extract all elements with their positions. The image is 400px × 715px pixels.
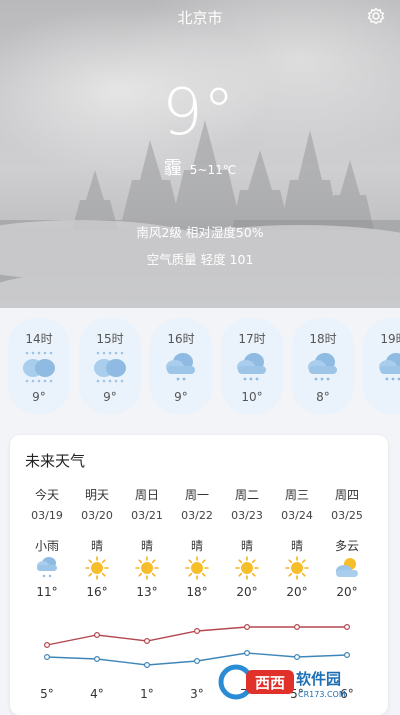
day-high-temp: 20° — [336, 585, 358, 599]
day-high-temp: 13° — [136, 585, 158, 599]
day-date: 03/23 — [231, 509, 263, 522]
current-condition-row: 霾 5~11℃ — [0, 154, 400, 180]
light-rain-icon — [94, 351, 126, 383]
day-name: 明天 — [84, 488, 109, 502]
hour-card[interactable]: 18时 8° — [292, 318, 354, 414]
low-temp-point — [43, 653, 50, 660]
svg-text:西西: 西西 — [255, 674, 285, 692]
low-temp-point — [194, 657, 201, 664]
hour-time: 16时 — [167, 332, 195, 346]
hour-temperature: 9° — [32, 390, 46, 404]
snow-cloud-icon — [379, 353, 400, 381]
air-quality: 空气质量 轻度 101 — [146, 252, 254, 267]
day-name: 今天 — [34, 488, 59, 502]
current-temperature: 9° — [162, 76, 235, 150]
day-high-temp: 18° — [186, 585, 208, 599]
high-temp-point — [344, 624, 351, 631]
day-condition: 多云 — [334, 539, 359, 553]
hour-card[interactable]: 17时 10° — [221, 318, 283, 414]
hourly-forecast[interactable]: 14时 9° 15时 9° 16时 9° 17时 10° 18时 8° 19 — [8, 318, 400, 414]
forecast-day-header[interactable]: 周三 03/24 — [272, 486, 322, 522]
high-temp-point — [244, 624, 251, 631]
high-temp-point — [294, 624, 301, 631]
day-name: 周日 — [134, 488, 159, 502]
day-name: 周三 — [284, 488, 309, 502]
svg-text:CR173.COM: CR173.COM — [298, 690, 346, 699]
forecast-day-header[interactable]: 周二 03/23 — [222, 486, 272, 522]
high-temp-point — [194, 628, 201, 635]
forecast-day-header[interactable]: 周日 03/21 — [122, 486, 172, 522]
day-name: 周一 — [184, 488, 209, 502]
low-temp-point — [244, 649, 251, 656]
hour-card[interactable]: 16时 9° — [150, 318, 212, 414]
hour-time: 17时 — [238, 332, 266, 346]
wind-humidity: 南风2级 相对湿度50% — [136, 225, 264, 240]
day-date: 03/19 — [31, 509, 63, 522]
light-rain-icon — [23, 351, 55, 383]
day-high-temp: 20° — [236, 585, 258, 599]
svg-text:软件园: 软件园 — [296, 670, 341, 688]
forecast-day-header[interactable]: 今天 03/19 — [22, 486, 72, 522]
sun-icon — [185, 556, 209, 580]
day-high-temp: 16° — [86, 585, 108, 599]
weather-hero: 北京市 9° 霾 5~11℃ 南风2级 相对湿度50% 空气质量 轻度 101 — [0, 0, 400, 308]
hour-temperature: 9° — [174, 390, 188, 404]
hour-card[interactable]: 15时 9° — [79, 318, 141, 414]
day-date: 03/24 — [281, 509, 313, 522]
hour-time: 15时 — [96, 332, 124, 346]
low-temp-point — [344, 651, 351, 658]
day-low-temp: 1° — [140, 687, 154, 701]
rain-cloud-icon — [37, 557, 57, 578]
snow-cloud-icon — [237, 353, 266, 381]
day-date: 03/22 — [181, 509, 213, 522]
day-low-temp: 4° — [90, 687, 104, 701]
day-name: 周四 — [334, 488, 359, 502]
low-temp-point — [144, 661, 151, 668]
day-condition: 晴 — [90, 539, 103, 553]
hour-card[interactable]: 14时 9° — [8, 318, 70, 414]
day-date: 03/21 — [131, 509, 163, 522]
forecast-title: 未来天气 — [25, 452, 86, 470]
day-name: 周二 — [234, 488, 259, 502]
day-condition: 小雨 — [34, 539, 59, 553]
hour-time: 19时 — [380, 332, 400, 346]
high-temp-point — [144, 638, 151, 645]
day-low-temp: 3° — [190, 687, 204, 701]
low-temp-point — [93, 655, 100, 662]
day-date: 03/20 — [81, 509, 113, 522]
hour-temperature: 9° — [103, 390, 117, 404]
day-condition: 晴 — [190, 539, 203, 553]
hour-card[interactable]: 19时 — [363, 318, 400, 414]
sun-icon — [285, 556, 309, 580]
partly-cloudy-icon — [336, 558, 358, 577]
sun-icon — [135, 556, 159, 580]
day-condition: 晴 — [290, 539, 303, 553]
day-high-temp: 11° — [36, 585, 58, 599]
sun-icon — [235, 556, 259, 580]
current-condition: 霾 — [163, 158, 182, 179]
day-condition: 晴 — [140, 539, 153, 553]
hour-temperature: 8° — [316, 390, 330, 404]
forecast-day-header[interactable]: 明天 03/20 — [72, 486, 122, 522]
sun-icon — [85, 556, 109, 580]
day-low-temp: 5° — [40, 687, 54, 701]
watermark-logo: 西西 软件园 CR173.COM — [218, 664, 346, 700]
high-temp-point — [43, 642, 50, 649]
hour-time: 18时 — [309, 332, 337, 346]
gear-icon[interactable] — [366, 6, 386, 26]
snow-cloud-icon — [308, 353, 337, 381]
low-temp-point — [294, 653, 301, 660]
forecast-day-header[interactable]: 周四 03/25 — [322, 486, 372, 522]
hour-time: 14时 — [25, 332, 53, 346]
high-temp-point — [93, 632, 100, 639]
rain-cloud-icon — [166, 353, 195, 381]
forecast-day-header[interactable]: 周一 03/22 — [172, 486, 222, 522]
hour-temperature: 10° — [241, 390, 263, 404]
day-high-temp: 20° — [286, 585, 308, 599]
day-condition: 晴 — [240, 539, 253, 553]
temperature-range: 5~11℃ — [189, 163, 237, 177]
day-date: 03/25 — [331, 509, 363, 522]
city-name[interactable]: 北京市 — [0, 7, 400, 28]
